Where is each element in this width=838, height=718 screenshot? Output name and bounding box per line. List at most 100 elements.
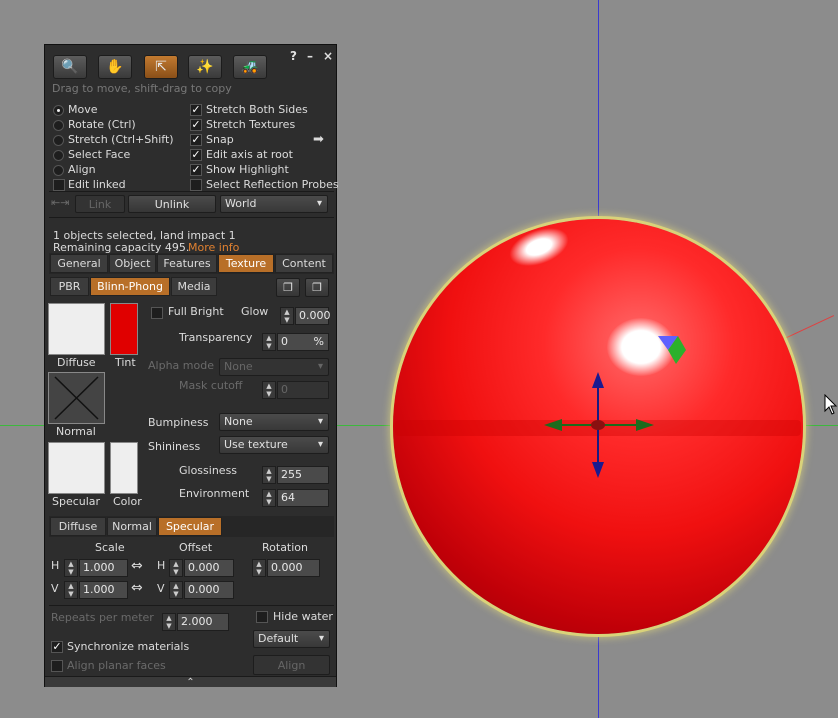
shininess-dropdown[interactable]: Use texture — [219, 436, 329, 454]
tab-map-normal[interactable]: Normal — [107, 517, 157, 536]
scale-label: Scale — [95, 541, 125, 554]
tab-map-diffuse[interactable]: Diffuse — [50, 517, 106, 536]
magic-wand-icon: ✨ — [196, 59, 214, 75]
paste-icon: ❐ — [312, 281, 322, 294]
environment-spinner[interactable]: ▲ ▼ — [262, 489, 276, 507]
transparency-input[interactable]: 0% — [277, 333, 329, 351]
offset-v-label: V — [157, 582, 165, 595]
texture-mapping-dropdown[interactable]: Default — [253, 630, 330, 648]
link-button[interactable]: Link — [75, 195, 125, 213]
tab-map-specular[interactable]: Specular — [158, 517, 222, 536]
specular-color-swatch[interactable] — [110, 442, 138, 494]
edit-linked-label: Edit linked — [68, 178, 126, 191]
hide-water-checkbox[interactable] — [256, 611, 268, 623]
mode-select-face-radio[interactable] — [53, 150, 64, 161]
glossiness-input[interactable]: 255 — [277, 466, 329, 484]
mode-stretch-radio[interactable] — [53, 135, 64, 146]
tab-media[interactable]: Media — [171, 277, 217, 296]
mode-align-radio[interactable] — [53, 165, 64, 176]
tab-texture[interactable]: Texture — [218, 254, 274, 273]
flip-v-icon[interactable]: ⇔ — [131, 580, 143, 596]
grab-tool-button[interactable]: ✋ — [98, 55, 132, 79]
y-right-arrow — [636, 419, 654, 431]
stretch-textures-checkbox[interactable]: ✓ — [190, 119, 202, 131]
select-reflection-probes-checkbox[interactable] — [190, 179, 202, 191]
tint-color-swatch[interactable] — [110, 303, 138, 355]
rotation-label: Rotation — [262, 541, 309, 554]
show-highlight-checkbox[interactable]: ✓ — [190, 164, 202, 176]
paste-params-button[interactable]: ❐ — [305, 278, 329, 297]
repeats-input[interactable]: 2.000 — [177, 613, 229, 631]
offset-v-input[interactable]: 0.000 — [184, 581, 234, 599]
scale-h-spinner[interactable]: ▲ ▼ — [64, 559, 78, 577]
align-planar-faces-checkbox[interactable] — [51, 660, 63, 672]
tab-pbr[interactable]: PBR — [50, 277, 89, 296]
snap-checkbox[interactable]: ✓ — [190, 134, 202, 146]
scale-h-input[interactable]: 1.000 — [79, 559, 128, 577]
alpha-mode-label: Alpha mode — [148, 359, 214, 372]
normal-texture-swatch[interactable] — [48, 372, 105, 424]
magnifier-icon: 🔍 — [61, 59, 79, 75]
transparency-spinner[interactable]: ▲ ▼ — [262, 333, 276, 351]
specular-texture-swatch[interactable] — [48, 442, 105, 494]
offset-h-input[interactable]: 0.000 — [184, 559, 234, 577]
divider — [49, 191, 334, 192]
mode-move-radio[interactable] — [53, 105, 64, 116]
expand-panel-button[interactable]: ⌃ — [45, 676, 336, 688]
edit-tool-button[interactable]: ⇱ — [144, 55, 178, 79]
stretch-both-sides-checkbox[interactable]: ✓ — [190, 104, 202, 116]
tab-blinn-phong[interactable]: Blinn-Phong — [90, 277, 170, 296]
manipulator-center — [591, 420, 605, 430]
tab-object[interactable]: Object — [109, 254, 156, 273]
bumpiness-dropdown[interactable]: None — [219, 413, 329, 431]
scale-v-input[interactable]: 1.000 — [79, 581, 128, 599]
copy-params-button[interactable]: ❐ — [276, 278, 300, 297]
snap-options-arrow-icon[interactable]: ➡ — [313, 132, 324, 147]
close-icon[interactable]: × — [323, 49, 333, 63]
rotation-input[interactable]: 0.000 — [267, 559, 320, 577]
create-tool-button[interactable]: ✨ — [188, 55, 222, 79]
focus-tool-button[interactable]: 🔍 — [53, 55, 87, 79]
mask-cutoff-input[interactable]: 0 — [277, 381, 329, 399]
scale-v-spinner[interactable]: ▲ ▼ — [64, 581, 78, 599]
rotation-spinner[interactable]: ▲ ▼ — [252, 559, 266, 577]
align-button[interactable]: Align — [253, 655, 330, 675]
bulldozer-icon: 🚜 — [241, 59, 259, 75]
unlink-button[interactable]: Unlink — [128, 195, 216, 213]
offset-h-spinner[interactable]: ▲ ▼ — [169, 559, 183, 577]
synchronize-materials-label: Synchronize materials — [67, 640, 190, 653]
edit-axis-at-root-checkbox[interactable]: ✓ — [190, 149, 202, 161]
tab-content[interactable]: Content — [275, 254, 333, 273]
select-reflection-probes-label: Select Reflection Probes — [206, 178, 339, 191]
land-tool-button[interactable]: 🚜 — [233, 55, 267, 79]
stretch-textures-label: Stretch Textures — [206, 118, 296, 131]
glow-spinner[interactable]: ▲ ▼ — [280, 307, 294, 325]
minimize-icon[interactable]: – — [307, 49, 313, 63]
alpha-mode-dropdown[interactable]: None — [219, 358, 329, 376]
ruler-mode-dropdown[interactable]: World — [220, 195, 328, 213]
environment-input[interactable]: 64 — [277, 489, 329, 507]
glossiness-spinner[interactable]: ▲ ▼ — [262, 466, 276, 484]
specular-color-label: Color — [113, 495, 142, 508]
synchronize-materials-checkbox[interactable]: ✓ — [51, 641, 63, 653]
tab-general[interactable]: General — [50, 254, 108, 273]
shininess-label: Shininess — [148, 440, 201, 453]
mask-cutoff-spinner[interactable]: ▲ ▼ — [262, 381, 276, 399]
diffuse-texture-swatch[interactable] — [48, 303, 105, 355]
normal-label: Normal — [56, 425, 96, 438]
edit-linked-checkbox[interactable] — [53, 179, 65, 191]
glow-input[interactable]: 0.000 — [295, 307, 331, 325]
tab-features[interactable]: Features — [157, 254, 217, 273]
repeats-spinner[interactable]: ▲ ▼ — [162, 613, 176, 631]
mode-rotate-radio[interactable] — [53, 120, 64, 131]
offset-v-spinner[interactable]: ▲ ▼ — [169, 581, 183, 599]
plane-manipulator[interactable] — [656, 334, 690, 368]
help-icon[interactable]: ? — [290, 49, 297, 63]
tint-label: Tint — [115, 356, 136, 369]
full-bright-checkbox[interactable] — [151, 307, 163, 319]
edit-axis-at-root-label: Edit axis at root — [206, 148, 293, 161]
mode-align-label: Align — [68, 163, 96, 176]
move-manipulator[interactable] — [540, 370, 660, 482]
flip-h-icon[interactable]: ⇔ — [131, 558, 143, 574]
divider — [49, 605, 334, 606]
